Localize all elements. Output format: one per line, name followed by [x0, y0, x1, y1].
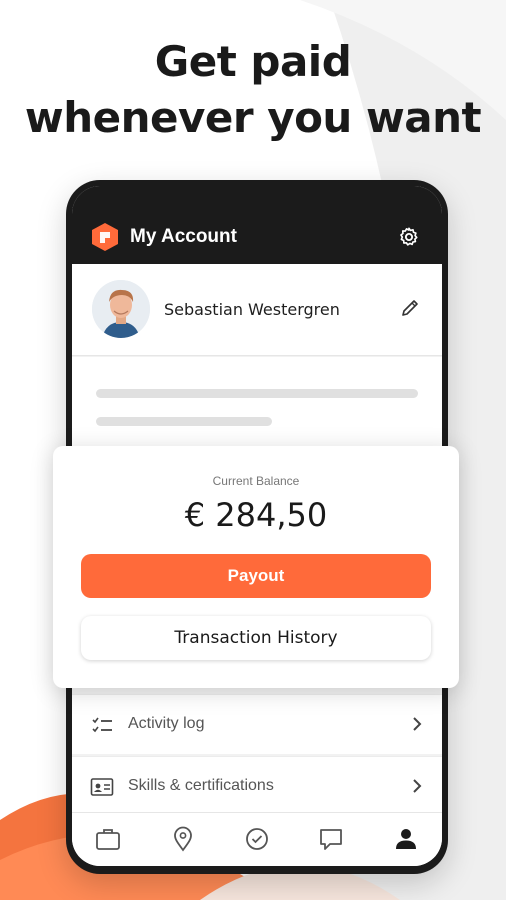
balance-card: Current Balance € 284,50 Payout Transact… [53, 446, 459, 688]
profile-name: Sebastian Westergren [164, 300, 340, 319]
placeholder-bar [96, 389, 418, 398]
list-item-skills[interactable]: Skills & certifications [72, 756, 442, 816]
list-item-label: Skills & certifications [128, 777, 274, 794]
placeholder-bar [96, 417, 272, 426]
list-item-label: Activity log [128, 715, 205, 732]
id-card-icon [90, 778, 114, 796]
location-pin-icon[interactable] [169, 825, 197, 853]
profile-card[interactable]: Sebastian Westergren [72, 264, 442, 356]
list-item-activity-log[interactable]: Activity log [72, 694, 442, 754]
gear-icon[interactable] [398, 226, 420, 248]
checklist-icon [92, 717, 112, 733]
page-title: My Account [130, 226, 237, 247]
headline: Get paid whenever you want [0, 34, 506, 146]
payout-button[interactable]: Payout [81, 554, 431, 598]
avatar [92, 280, 150, 338]
pencil-icon[interactable] [400, 298, 420, 318]
transaction-history-button[interactable]: Transaction History [81, 616, 431, 660]
bottom-navigation [72, 812, 442, 866]
user-icon[interactable] [392, 825, 420, 853]
chevron-right-icon [413, 779, 422, 793]
balance-amount: € 284,50 [184, 496, 328, 534]
balance-label: Current Balance [212, 474, 300, 488]
app-bar: My Account [72, 186, 442, 264]
chat-bubble-icon[interactable] [317, 825, 345, 853]
check-circle-icon[interactable] [243, 825, 271, 853]
briefcase-icon[interactable] [94, 825, 122, 853]
headline-line-2: whenever you want [24, 93, 482, 142]
app-logo-icon [92, 223, 118, 251]
chevron-right-icon [413, 717, 422, 731]
headline-line-1: Get paid [154, 37, 352, 86]
